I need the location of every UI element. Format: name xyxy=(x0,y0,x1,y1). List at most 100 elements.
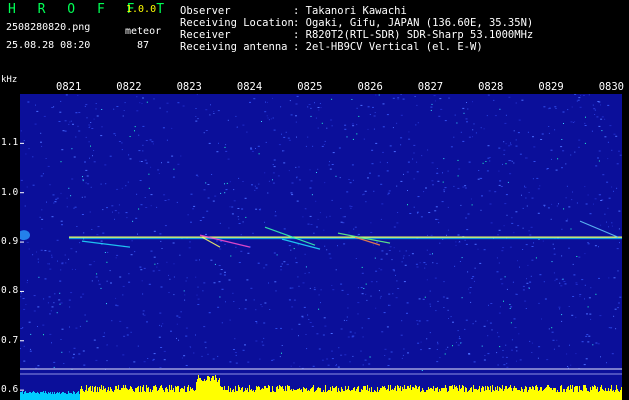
noise-bar xyxy=(199,378,200,400)
y-tick-label: 1.0 xyxy=(1,186,19,198)
noise-bar xyxy=(453,389,454,400)
noise-bar xyxy=(247,388,248,400)
noise-bar xyxy=(522,389,523,400)
noise-bar xyxy=(560,386,561,400)
noise-bar xyxy=(284,391,285,400)
meteor-echo xyxy=(579,220,619,238)
noise-bar xyxy=(253,390,254,400)
noise-bar xyxy=(277,386,278,400)
noise-bar xyxy=(336,386,337,400)
noise-bar xyxy=(450,386,451,400)
noise-bar xyxy=(397,385,398,400)
noise-bar xyxy=(406,389,407,400)
noise-bar xyxy=(582,391,583,400)
noise-bar xyxy=(86,385,87,400)
noise-bar xyxy=(60,394,61,400)
noise-bar xyxy=(561,385,562,400)
noise-bar xyxy=(250,390,251,400)
noise-bar xyxy=(134,392,135,400)
noise-bar xyxy=(407,386,408,400)
noise-bar xyxy=(229,392,230,400)
noise-bar xyxy=(225,390,226,400)
noise-bar xyxy=(559,392,560,400)
noise-bar xyxy=(321,392,322,400)
x-tick-label: 0823 xyxy=(176,81,202,93)
noise-bar xyxy=(78,391,79,400)
noise-bar xyxy=(337,392,338,400)
noise-bar xyxy=(182,388,183,400)
noise-bar xyxy=(562,392,563,400)
detection-type-label: meteor xyxy=(125,26,162,37)
noise-bar xyxy=(113,392,114,400)
noise-bar xyxy=(350,391,351,400)
noise-bar xyxy=(291,389,292,400)
noise-bar xyxy=(445,385,446,400)
noise-bar xyxy=(310,389,311,400)
noise-bar xyxy=(135,388,136,400)
noise-bar xyxy=(485,386,486,400)
noise-bar xyxy=(602,389,603,400)
noise-bar xyxy=(178,386,179,400)
noise-bar xyxy=(448,391,449,400)
noise-bar xyxy=(557,390,558,400)
noise-bar xyxy=(421,391,422,400)
noise-bar xyxy=(22,391,23,400)
noise-bar xyxy=(609,391,610,400)
noise-bar xyxy=(174,392,175,400)
noise-bar xyxy=(567,387,568,400)
noise-bar xyxy=(152,390,153,400)
noise-bar xyxy=(145,392,146,400)
noise-bar xyxy=(358,386,359,400)
x-tick-label: 0822 xyxy=(116,81,142,93)
noise-bar xyxy=(307,391,308,400)
noise-bar xyxy=(532,386,533,400)
noise-bar xyxy=(425,392,426,400)
noise-bar xyxy=(44,393,45,400)
meteor-count: 87 xyxy=(137,40,150,51)
noise-bar xyxy=(373,392,374,400)
header-panel: H R O F F T 1.0.0 2508280820.png meteor … xyxy=(0,0,629,72)
noise-bar xyxy=(610,389,611,400)
noise-bar xyxy=(514,386,515,400)
noise-bar xyxy=(359,392,360,400)
noise-bar xyxy=(615,390,616,400)
noise-bar xyxy=(61,393,62,400)
noise-bar xyxy=(394,388,395,400)
noise-bar xyxy=(396,391,397,400)
noise-bar xyxy=(317,388,318,400)
noise-bar xyxy=(282,386,283,400)
noise-bar xyxy=(410,385,411,400)
receiver-value: : R820T2(RTL-SDR) SDR-Sharp 53.1000MHz xyxy=(293,29,534,41)
noise-bar xyxy=(77,392,78,400)
noise-bar xyxy=(35,393,36,400)
noise-bar xyxy=(549,387,550,400)
noise-bar xyxy=(511,388,512,400)
noise-bar xyxy=(577,386,578,400)
noise-bar xyxy=(285,386,286,400)
noise-bar xyxy=(167,389,168,400)
noise-bar xyxy=(125,385,126,400)
y-tick-label: 0.9 xyxy=(1,236,19,248)
noise-bar xyxy=(255,390,256,400)
observer-label: Observer xyxy=(180,5,231,17)
noise-bar xyxy=(203,381,204,400)
noise-bar xyxy=(272,386,273,400)
noise-bar xyxy=(546,387,547,400)
noise-bar xyxy=(381,388,382,400)
noise-bar xyxy=(164,392,165,400)
noise-bar xyxy=(565,392,566,400)
noise-bar xyxy=(21,392,22,400)
noise-bar xyxy=(346,390,347,400)
noise-bar xyxy=(488,387,489,400)
noise-bar xyxy=(258,386,259,400)
noise-bar xyxy=(542,391,543,400)
noise-bar xyxy=(496,390,497,400)
noise-bar xyxy=(40,392,41,400)
noise-bar xyxy=(121,388,122,400)
noise-bar xyxy=(173,388,174,400)
noise-bar xyxy=(177,386,178,400)
noise-bar xyxy=(326,392,327,400)
noise-bar xyxy=(243,392,244,400)
y-tick-label: 0.6 xyxy=(1,384,19,396)
location-value: : Ogaki, Gifu, JAPAN (136.60E, 35.35N) xyxy=(293,17,534,29)
